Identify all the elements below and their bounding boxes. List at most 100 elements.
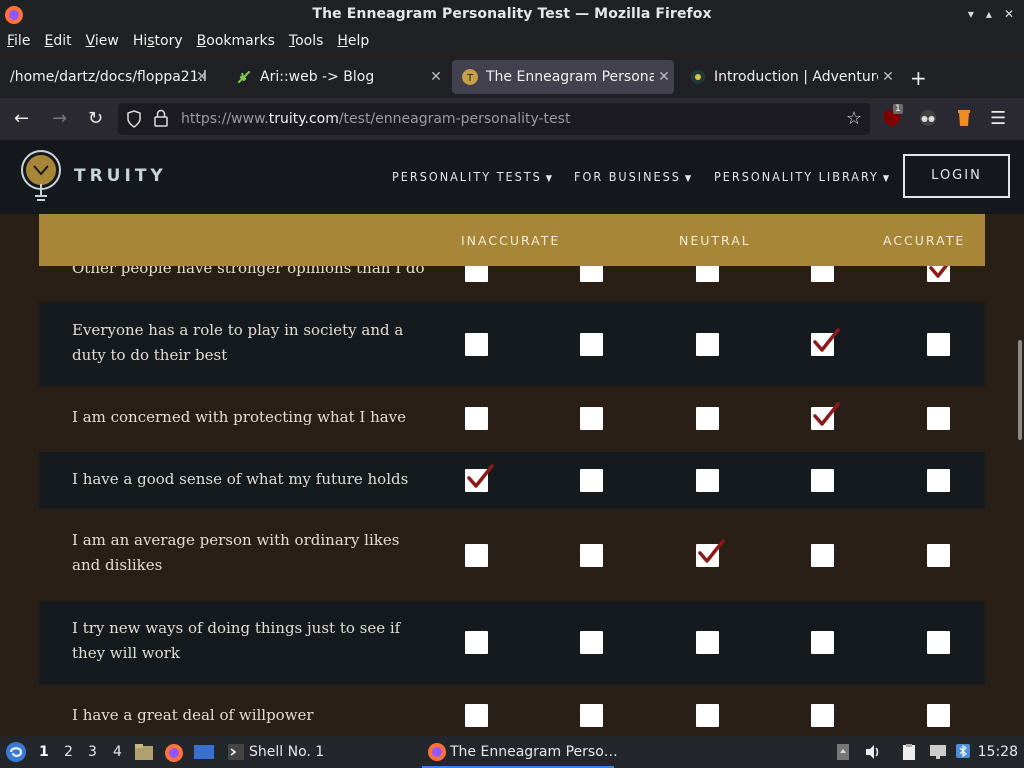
question-text: I try new ways of doing things just to s… [72, 619, 401, 662]
answer-checkbox[interactable] [811, 469, 834, 492]
workspace-2[interactable]: 2 [64, 744, 73, 760]
close-window-button[interactable]: ✕ [1004, 7, 1014, 21]
answer-checkbox[interactable] [811, 631, 834, 654]
answer-checkbox[interactable] [927, 407, 950, 430]
answer-checkbox[interactable] [696, 333, 719, 356]
answer-checkbox[interactable] [580, 469, 603, 492]
workspace-4[interactable]: 4 [113, 744, 122, 760]
tab-bar: /home/dartz/docs/floppa21.l ✕ Ari::web -… [0, 56, 1024, 98]
window-title: The Enneagram Personality Test — Mozilla… [312, 6, 712, 22]
tab-floppa[interactable]: /home/dartz/docs/floppa21.l [4, 60, 222, 94]
window-titlebar: The Enneagram Personality Test — Mozilla… [0, 0, 1024, 30]
question-row: I have a great deal of willpower [39, 685, 985, 736]
answer-checkbox[interactable] [927, 333, 950, 356]
url-bar[interactable]: https://www.truity.com/test/enneagram-pe… [118, 103, 870, 135]
answer-checkbox[interactable] [465, 704, 488, 727]
volume-icon[interactable] [864, 743, 882, 761]
truity-logo-icon[interactable] [20, 148, 62, 206]
question-row: I have a good sense of what my future ho… [39, 452, 985, 509]
answer-checkbox[interactable] [927, 544, 950, 567]
answer-checkbox[interactable] [580, 544, 603, 567]
tab-ari-web[interactable]: Ari::web -> Blog ✕ [228, 60, 446, 94]
tab-close-icon[interactable]: ✕ [878, 69, 898, 85]
question-text: I am an average person with ordinary lik… [72, 531, 400, 574]
nav-for-business[interactable]: FOR BUSINESS ▼ [574, 169, 693, 184]
answer-checkbox[interactable] [580, 333, 603, 356]
answer-checkbox[interactable] [465, 544, 488, 567]
answer-checkbox[interactable] [465, 333, 488, 356]
minimize-button[interactable]: ▾ [968, 7, 974, 21]
caret-down-icon: ▼ [684, 174, 694, 184]
firefox-icon[interactable] [164, 743, 184, 763]
truity-logo-text[interactable]: TRUITY [74, 166, 167, 186]
forward-arrow-icon[interactable]: → [52, 108, 67, 129]
extension-badge: 1 [893, 104, 903, 114]
tab-close-icon[interactable]: ✕ [426, 69, 446, 85]
maximize-button[interactable]: ▴ [986, 7, 992, 21]
menu-history[interactable]: History [126, 30, 190, 54]
menu-edit[interactable]: Edit [37, 30, 78, 54]
nav-personality-tests[interactable]: PERSONALITY TESTS ▼ [392, 169, 554, 184]
answer-checkbox-checked[interactable] [811, 328, 840, 356]
menu-help[interactable]: Help [330, 30, 376, 54]
firefox-icon [428, 743, 446, 761]
answer-checkbox[interactable] [580, 704, 603, 727]
login-button[interactable]: LOGIN [903, 154, 1010, 198]
menu-tools[interactable]: Tools [282, 30, 331, 54]
reload-icon[interactable]: ↻ [88, 108, 103, 129]
start-menu-icon[interactable] [5, 741, 27, 763]
extension-icon[interactable] [956, 108, 972, 128]
answer-checkbox[interactable] [696, 704, 719, 727]
eject-icon[interactable] [836, 743, 850, 761]
clipboard-icon[interactable] [900, 743, 918, 761]
back-arrow-icon[interactable]: ← [14, 108, 29, 129]
answer-checkbox[interactable] [811, 544, 834, 567]
shield-icon [127, 110, 141, 128]
answer-checkbox-checked[interactable] [811, 402, 840, 430]
file-manager-icon[interactable] [134, 743, 154, 761]
desktop-icon[interactable] [193, 743, 215, 761]
question-row: Everyone has a role to play in society a… [39, 302, 985, 386]
caret-down-icon: ▼ [882, 174, 892, 184]
answer-checkbox[interactable] [927, 704, 950, 727]
bluetooth-icon[interactable] [955, 743, 971, 759]
answer-checkbox[interactable] [696, 469, 719, 492]
answer-checkbox-checked[interactable] [465, 464, 494, 492]
scale-label-inaccurate: INACCURATE [461, 233, 561, 248]
answer-checkbox[interactable] [696, 631, 719, 654]
answer-checkbox[interactable] [927, 631, 950, 654]
tab-enneagram[interactable]: T The Enneagram Personal ✕ [452, 60, 674, 94]
menu-file[interactable]: File [0, 30, 37, 54]
new-tab-button[interactable]: + [910, 66, 927, 90]
taskbar-shell-label[interactable]: Shell No. 1 [249, 744, 324, 760]
spy-extension-icon[interactable] [919, 108, 937, 128]
bookmark-star-icon[interactable]: ☆ [846, 108, 862, 129]
hamburger-menu-icon[interactable]: ☰ [990, 108, 1006, 129]
workspace-3[interactable]: 3 [88, 744, 97, 760]
answer-checkbox[interactable] [465, 631, 488, 654]
answer-checkbox[interactable] [465, 407, 488, 430]
answer-checkbox[interactable] [696, 407, 719, 430]
scale-header: INACCURATE NEUTRAL ACCURATE [39, 214, 985, 266]
menu-view[interactable]: View [79, 30, 126, 54]
url-text: https://www.truity.com/test/enneagram-pe… [181, 111, 571, 127]
tab-introduction[interactable]: Introduction | Adventure ✕ [680, 60, 898, 94]
workspace-1[interactable]: 1 [39, 744, 49, 760]
question-text: I am concerned with protecting what I ha… [72, 408, 407, 426]
question-text: I have a good sense of what my future ho… [72, 470, 409, 488]
tab-close-icon[interactable]: ✕ [196, 69, 208, 85]
answer-checkbox[interactable] [580, 407, 603, 430]
tab-close-icon[interactable]: ✕ [654, 69, 674, 85]
answer-checkbox-checked[interactable] [696, 539, 725, 567]
nav-personality-library[interactable]: PERSONALITY LIBRARY ▼ [714, 169, 891, 184]
lock-icon [154, 109, 168, 127]
terminal-icon [228, 744, 244, 760]
page-scrollbar[interactable] [1018, 340, 1022, 440]
taskbar-firefox-window[interactable]: The Enneagram Perso… [422, 736, 622, 768]
question-text: I have a great deal of willpower [72, 706, 314, 724]
network-icon[interactable] [928, 743, 948, 761]
menu-bookmarks[interactable]: Bookmarks [190, 30, 282, 54]
answer-checkbox[interactable] [927, 469, 950, 492]
answer-checkbox[interactable] [811, 704, 834, 727]
answer-checkbox[interactable] [580, 631, 603, 654]
